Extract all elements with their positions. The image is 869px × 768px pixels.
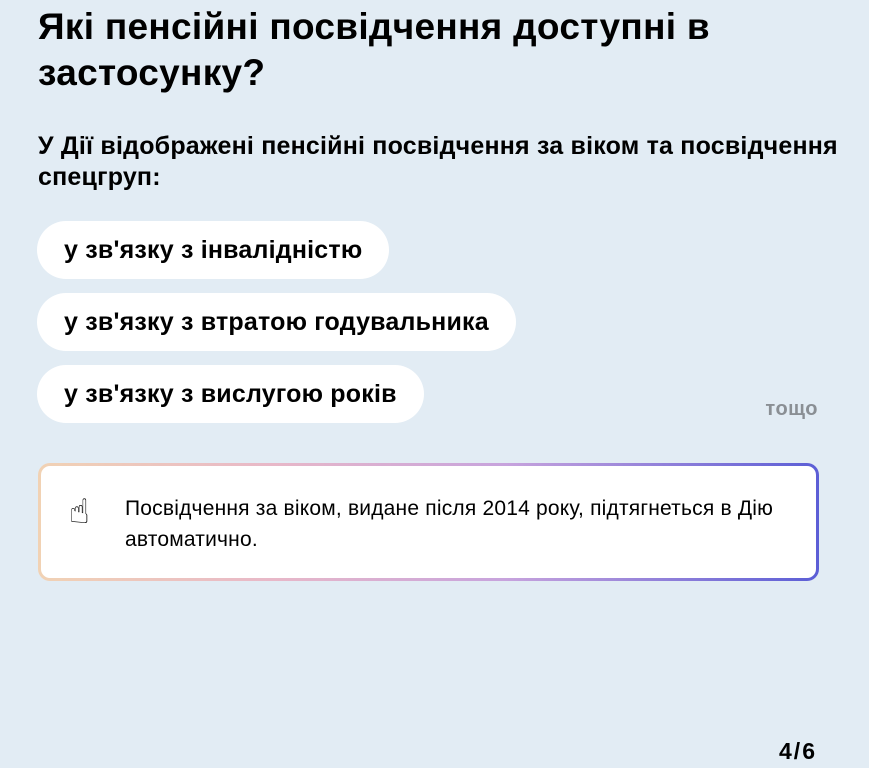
info-notice-body: ☝ Посвідчення за віком, видане після 201… xyxy=(41,466,816,578)
category-chip-long-service: у зв'язку з вислугою років xyxy=(37,365,424,423)
intro-text: У Дії відображені пенсійні посвідчення з… xyxy=(38,132,838,191)
category-chip-disability: у зв'язку з інвалідністю xyxy=(37,221,390,279)
more-label: тощо xyxy=(765,398,818,420)
category-chip-breadwinner-loss: у зв'язку з втратою годувальника xyxy=(37,293,516,351)
info-notice: ☝ Посвідчення за віком, видане після 201… xyxy=(38,463,819,581)
page-title: Які пенсійні посвідчення доступні в заст… xyxy=(38,6,710,93)
page-indicator: 4/6 xyxy=(779,738,817,764)
info-notice-text: Посвідчення за віком, видане після 2014 … xyxy=(125,497,774,551)
pointing-up-hand-icon: ☝ xyxy=(69,492,90,532)
